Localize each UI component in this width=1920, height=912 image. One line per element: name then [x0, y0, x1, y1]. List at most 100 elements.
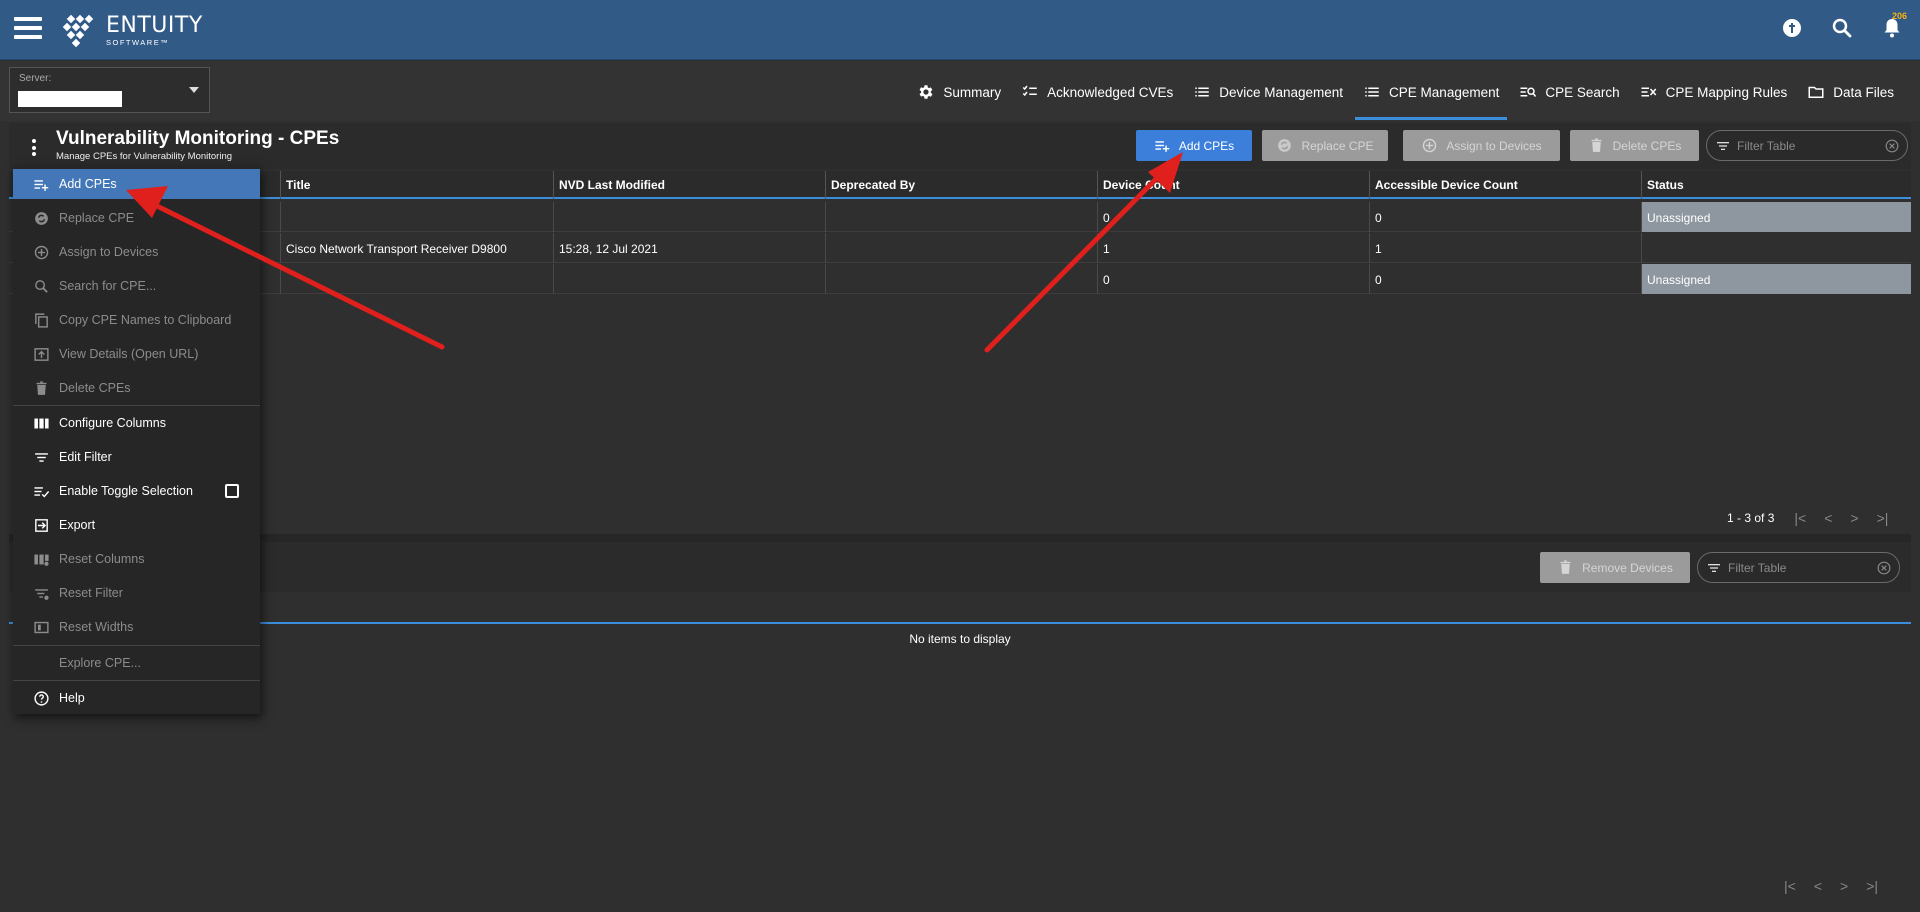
cell-device-count: 0 [1097, 202, 1369, 232]
export-icon [35, 518, 48, 532]
checklist-icon [1022, 85, 1037, 97]
menu-item-reset-columns[interactable]: Reset Columns [13, 544, 260, 574]
empty-message: No items to display [909, 632, 1011, 646]
menu-item-reset-filter[interactable]: Reset Filter [13, 578, 260, 608]
tab-label: Device Management [1219, 84, 1344, 100]
tab-label: Data Files [1833, 84, 1894, 100]
menu-item-edit-filter[interactable]: Edit Filter [13, 442, 260, 472]
filter-icon [1708, 563, 1720, 572]
menu-item-label: Delete CPEs [59, 381, 131, 395]
tab-device-management[interactable]: Device Management [1183, 78, 1353, 106]
menu-item-label: Replace CPE [59, 211, 135, 225]
columns-icon [34, 418, 49, 428]
menu-item-explore-cpe[interactable]: Explore CPE... [13, 648, 260, 678]
column-header-deprecated-by[interactable]: Deprecated By [825, 171, 1097, 199]
list-rule-icon [1641, 87, 1656, 97]
devices-filter-input[interactable]: Filter Table [1697, 552, 1900, 583]
menu-item-label: Search for CPE... [59, 279, 157, 293]
tab-cpe-management[interactable]: CPE Management [1353, 78, 1509, 120]
reset-columns-icon [34, 554, 49, 566]
last-page-icon[interactable]: >| [1866, 878, 1878, 894]
search-icon[interactable] [1830, 16, 1854, 40]
menu-item-delete-cpes[interactable]: Delete CPEs [13, 373, 260, 403]
cell-deprecated [825, 264, 1097, 294]
menu-item-label: Export [59, 518, 96, 532]
column-header-device-count[interactable]: Device Count [1097, 171, 1369, 199]
prev-page-icon[interactable]: < [1814, 878, 1822, 894]
menu-item-replace-cpe[interactable]: Replace CPE [13, 203, 260, 233]
tab-label: Acknowledged CVEs [1047, 84, 1174, 100]
trash-icon [1591, 138, 1602, 152]
column-header-title[interactable]: Title [280, 171, 553, 199]
first-page-icon[interactable]: |< [1784, 878, 1796, 894]
clear-icon[interactable] [1885, 139, 1899, 153]
cell-device-count: 0 [1097, 264, 1369, 294]
menu-item-reset-widths[interactable]: Reset Widths [13, 612, 260, 642]
tab-cpe-mapping-rules[interactable]: CPE Mapping Rules [1630, 78, 1798, 106]
filter-placeholder: Filter Table [1728, 560, 1787, 575]
menu-item-label: Assign to Devices [59, 245, 159, 259]
tab-data-files[interactable]: Data Files [1797, 78, 1904, 106]
status-badge: Unassigned [1641, 264, 1911, 294]
column-header-nvd-last-modified[interactable]: NVD Last Modified [553, 171, 825, 199]
replace-cpe-button[interactable]: Replace CPE [1262, 130, 1388, 161]
last-page-icon[interactable]: >| [1877, 510, 1889, 526]
tab-summary[interactable]: Summary [907, 78, 1011, 106]
bell-icon[interactable]: 206 [1880, 11, 1907, 40]
hamburger-menu-icon[interactable] [14, 17, 42, 39]
menu-separator [13, 405, 260, 406]
nav-tabs: Summary Acknowledged CVEs Device Managem… [907, 78, 1904, 122]
tab-cpe-search[interactable]: CPE Search [1509, 78, 1629, 106]
prev-page-icon[interactable]: < [1824, 510, 1832, 526]
menu-item-label: Add CPEs [59, 177, 117, 191]
list-search-icon [1520, 87, 1537, 97]
menu-item-label: Reset Widths [59, 620, 134, 634]
reset-widths-icon [34, 621, 49, 633]
next-page-icon[interactable]: > [1840, 878, 1848, 894]
menu-item-view-details[interactable]: View Details (Open URL) [13, 339, 260, 369]
clear-icon[interactable] [1877, 561, 1891, 575]
menu-item-assign-to-devices[interactable]: Assign to Devices [13, 237, 260, 267]
filter-icon [35, 452, 48, 462]
filter-table-input[interactable]: Filter Table [1706, 130, 1908, 161]
devices-table-header-rule [9, 622, 1911, 624]
toggle-select-icon [34, 486, 50, 498]
cell-modified [553, 202, 825, 232]
toggle-selection-checkbox[interactable] [225, 484, 239, 498]
table-header: Title NVD Last Modified Deprecated By De… [9, 171, 1911, 199]
menu-item-export[interactable]: Export [13, 510, 260, 540]
user-icon[interactable] [1780, 16, 1804, 40]
actions-menu: Add CPEs Replace CPE Assign to Devices S… [13, 167, 260, 714]
cell-modified: 15:28, 12 Jul 2021 [553, 233, 825, 263]
table-row[interactable]: 0 0 Unassigned [9, 202, 1911, 232]
assign-to-devices-button[interactable]: Assign to Devices [1403, 130, 1560, 161]
menu-item-label: Reset Filter [59, 586, 123, 600]
tab-acknowledged-cves[interactable]: Acknowledged CVEs [1011, 78, 1183, 106]
delete-cpes-button[interactable]: Delete CPEs [1570, 130, 1699, 161]
server-select[interactable]: Server: [9, 67, 210, 113]
menu-item-label: Configure Columns [59, 416, 166, 430]
brand-logo[interactable]: ENTUITY SOFTWARE™ [62, 14, 203, 48]
cell-accessible-count: 0 [1369, 264, 1641, 294]
menu-item-search-for-cpe[interactable]: Search for CPE... [13, 271, 260, 301]
menu-item-add-cpes[interactable]: Add CPEs [13, 169, 260, 199]
column-header-accessible-device-count[interactable]: Accessible Device Count [1369, 171, 1641, 199]
add-cpes-button[interactable]: Add CPEs [1136, 130, 1252, 161]
cell-title [280, 202, 553, 232]
search-icon [35, 279, 48, 293]
menu-item-configure-columns[interactable]: Configure Columns [13, 408, 260, 438]
open-url-icon [34, 347, 49, 361]
menu-item-enable-toggle-selection[interactable]: Enable Toggle Selection [13, 476, 260, 506]
remove-devices-button[interactable]: Remove Devices [1540, 552, 1690, 583]
menu-item-help[interactable]: Help [13, 683, 260, 713]
copy-icon [35, 312, 48, 328]
kebab-menu-icon[interactable] [23, 136, 45, 158]
menu-item-copy-cpe-names[interactable]: Copy CPE Names to Clipboard [13, 305, 260, 335]
button-label: Replace CPE [1301, 138, 1374, 153]
first-page-icon[interactable]: |< [1794, 510, 1806, 526]
column-header-status[interactable]: Status [1641, 171, 1911, 199]
next-page-icon[interactable]: > [1850, 510, 1858, 526]
table-row[interactable]: Cisco Network Transport Receiver D9800 1… [9, 233, 1911, 263]
menu-separator [13, 645, 260, 646]
table-row[interactable]: 0 0 Unassigned [9, 264, 1911, 294]
